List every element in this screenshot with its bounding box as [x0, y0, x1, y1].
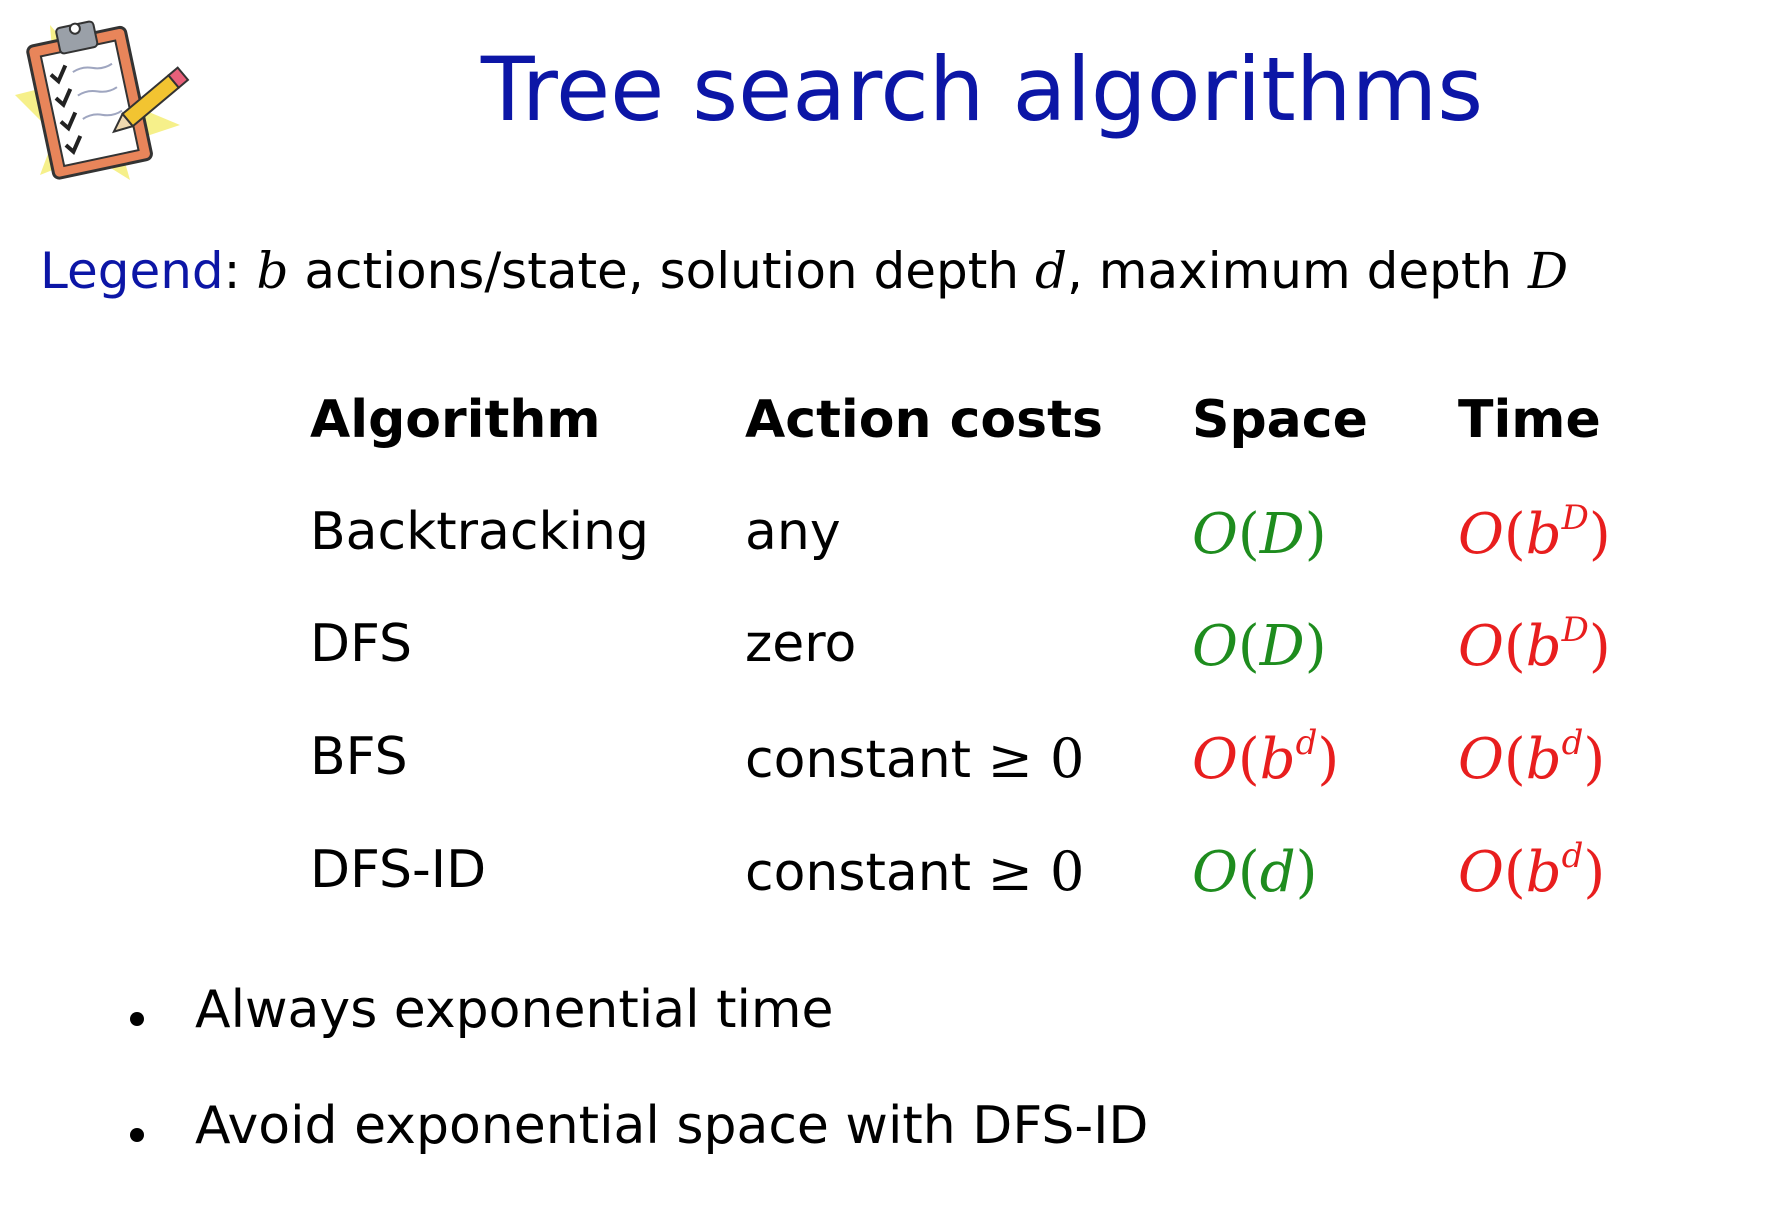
cell-space: O(D)	[1192, 614, 1327, 679]
table-row: DFS-ID constant ≥ 0 O(d) O(bd)	[0, 836, 1774, 940]
table-row: Backtracking any O(D) O(bD)	[0, 498, 1774, 602]
cell-costs: constant ≥ 0	[745, 840, 1085, 903]
cell-algorithm: DFS	[310, 614, 413, 674]
cell-time: O(bd)	[1458, 836, 1606, 905]
clipboard-checklist-icon	[10, 5, 200, 185]
cell-algorithm: Backtracking	[310, 502, 649, 562]
cell-costs: zero	[745, 614, 857, 674]
bullet-dot-icon	[130, 1128, 144, 1142]
legend-colon: :	[223, 242, 241, 300]
cell-time: O(bD)	[1458, 498, 1611, 567]
legend-var-d: d	[1034, 242, 1067, 300]
header-space: Space	[1192, 390, 1368, 450]
bullet-dot-icon	[130, 1012, 144, 1026]
cell-space: O(bd)	[1192, 723, 1340, 792]
slide-title: Tree search algorithms	[480, 38, 1484, 141]
cell-space: O(D)	[1192, 502, 1327, 567]
table-row: DFS zero O(D) O(bD)	[0, 610, 1774, 714]
cell-time: O(bd)	[1458, 723, 1606, 792]
legend-line: Legend: b actions/state, solution depth …	[40, 242, 1568, 300]
legend-var-b: b	[256, 242, 289, 300]
cell-algorithm: BFS	[310, 727, 408, 787]
legend-text-1: actions/state, solution depth	[304, 242, 1020, 300]
bullet-text: Always exponential time	[195, 980, 834, 1040]
cell-space: O(d)	[1192, 840, 1318, 905]
cell-time: O(bD)	[1458, 610, 1611, 679]
table-header: Algorithm Action costs Space Time	[0, 390, 1774, 490]
legend-label: Legend	[40, 242, 224, 300]
cell-algorithm: DFS-ID	[310, 840, 487, 900]
cell-costs: constant ≥ 0	[745, 727, 1085, 790]
header-algorithm: Algorithm	[310, 390, 601, 450]
header-action-costs: Action costs	[745, 390, 1103, 450]
table-row: BFS constant ≥ 0 O(bd) O(bd)	[0, 723, 1774, 827]
legend-var-D: D	[1528, 242, 1569, 300]
cell-costs: any	[745, 502, 841, 562]
header-time: Time	[1458, 390, 1601, 450]
legend-text-2: , maximum depth	[1066, 242, 1513, 300]
bullet-text: Avoid exponential space with DFS-ID	[195, 1096, 1149, 1156]
